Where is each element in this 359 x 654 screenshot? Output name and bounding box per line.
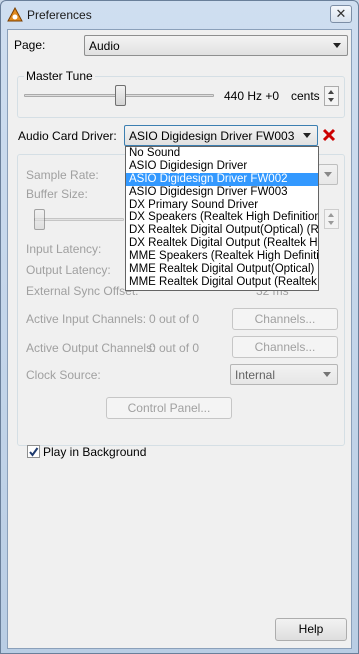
play-in-background-label: Play in Background	[43, 445, 147, 459]
buffer-size-track	[34, 218, 124, 221]
master-tune-label: Master Tune	[24, 69, 95, 83]
list-item[interactable]: No Sound	[126, 147, 318, 160]
chevron-down-icon	[333, 43, 341, 48]
master-tune-value: 440 Hz +0	[224, 89, 280, 103]
list-item[interactable]: ASIO Digidesign Driver FW003	[126, 186, 318, 199]
help-button[interactable]: Help	[275, 618, 347, 641]
clock-source-value: Internal	[235, 368, 276, 382]
remove-icon[interactable]	[322, 128, 336, 142]
buffer-size-label: Buffer Size:	[26, 187, 88, 201]
master-tune-unit: cents	[291, 89, 320, 103]
active-input-label: Active Input Channels:	[26, 312, 147, 326]
list-item[interactable]: ASIO Digidesign Driver	[126, 160, 318, 173]
active-input-value: 0 out of 0	[149, 312, 200, 326]
play-in-background-checkbox[interactable]	[27, 445, 40, 458]
audio-card-value: ASIO Digidesign Driver FW003	[129, 129, 295, 143]
audio-card-label: Audio Card Driver:	[18, 129, 117, 143]
title-bar[interactable]: Preferences ✕	[1, 1, 358, 29]
list-item[interactable]: DX Speakers (Realtek High Definition Au	[126, 211, 318, 224]
window-title: Preferences	[27, 8, 92, 22]
checkmark-icon	[29, 447, 39, 457]
page-label: Page:	[14, 38, 46, 52]
page-select-value: Audio	[89, 39, 120, 53]
arrow-up-icon	[328, 213, 334, 217]
chevron-down-icon	[303, 133, 311, 138]
list-item[interactable]: MME Realtek Digital Output (Realtek	[126, 276, 318, 289]
output-latency-label: Output Latency:	[26, 263, 111, 277]
arrow-up-icon	[328, 90, 334, 94]
buffer-size-stepper[interactable]	[324, 209, 339, 229]
sample-rate-label: Sample Rate:	[26, 168, 99, 182]
input-latency-label: Input Latency:	[26, 242, 102, 256]
arrow-down-icon	[328, 221, 334, 225]
preferences-window: Preferences ✕ Page: Audio Master Tune 44…	[0, 0, 359, 654]
input-channels-button[interactable]: Channels...	[232, 308, 338, 330]
list-item[interactable]: DX Realtek Digital Output (Realtek High …	[126, 237, 318, 250]
audio-card-select[interactable]: ASIO Digidesign Driver FW003	[124, 125, 318, 146]
external-sync-label: External Sync Offset:	[26, 284, 139, 298]
control-panel-button[interactable]: Control Panel...	[106, 397, 232, 419]
active-output-value: 0 out of 0	[149, 341, 200, 355]
master-tune-stepper[interactable]	[324, 86, 339, 106]
output-channels-button[interactable]: Channels...	[232, 336, 338, 358]
active-output-label: Active Output Channels:	[26, 341, 156, 355]
close-icon: ✕	[335, 6, 347, 21]
preferences-content: Page: Audio Master Tune 440 Hz +0 cents …	[7, 29, 352, 649]
clock-source-select[interactable]: Internal	[230, 364, 338, 385]
page-select[interactable]: Audio	[84, 35, 348, 56]
master-tune-slider[interactable]	[115, 85, 126, 106]
clock-source-label: Clock Source:	[26, 368, 101, 382]
audio-card-dropdown-list[interactable]: No Sound ASIO Digidesign Driver ASIO Dig…	[125, 146, 319, 291]
arrow-down-icon	[328, 98, 334, 102]
sample-rate-select[interactable]	[318, 164, 338, 185]
app-icon	[7, 7, 23, 22]
list-item[interactable]: MME Speakers (Realtek High Definiti	[126, 250, 318, 263]
list-item[interactable]: DX Primary Sound Driver	[126, 199, 318, 212]
chevron-down-icon	[323, 372, 331, 377]
chevron-down-icon	[324, 172, 332, 177]
list-item[interactable]: DX Realtek Digital Output(Optical) (Real…	[126, 224, 318, 237]
list-item[interactable]: MME Realtek Digital Output(Optical)	[126, 263, 318, 276]
close-button[interactable]: ✕	[330, 5, 352, 23]
list-item-highlighted[interactable]: ASIO Digidesign Driver FW002	[126, 172, 318, 186]
buffer-size-slider[interactable]	[34, 209, 45, 230]
